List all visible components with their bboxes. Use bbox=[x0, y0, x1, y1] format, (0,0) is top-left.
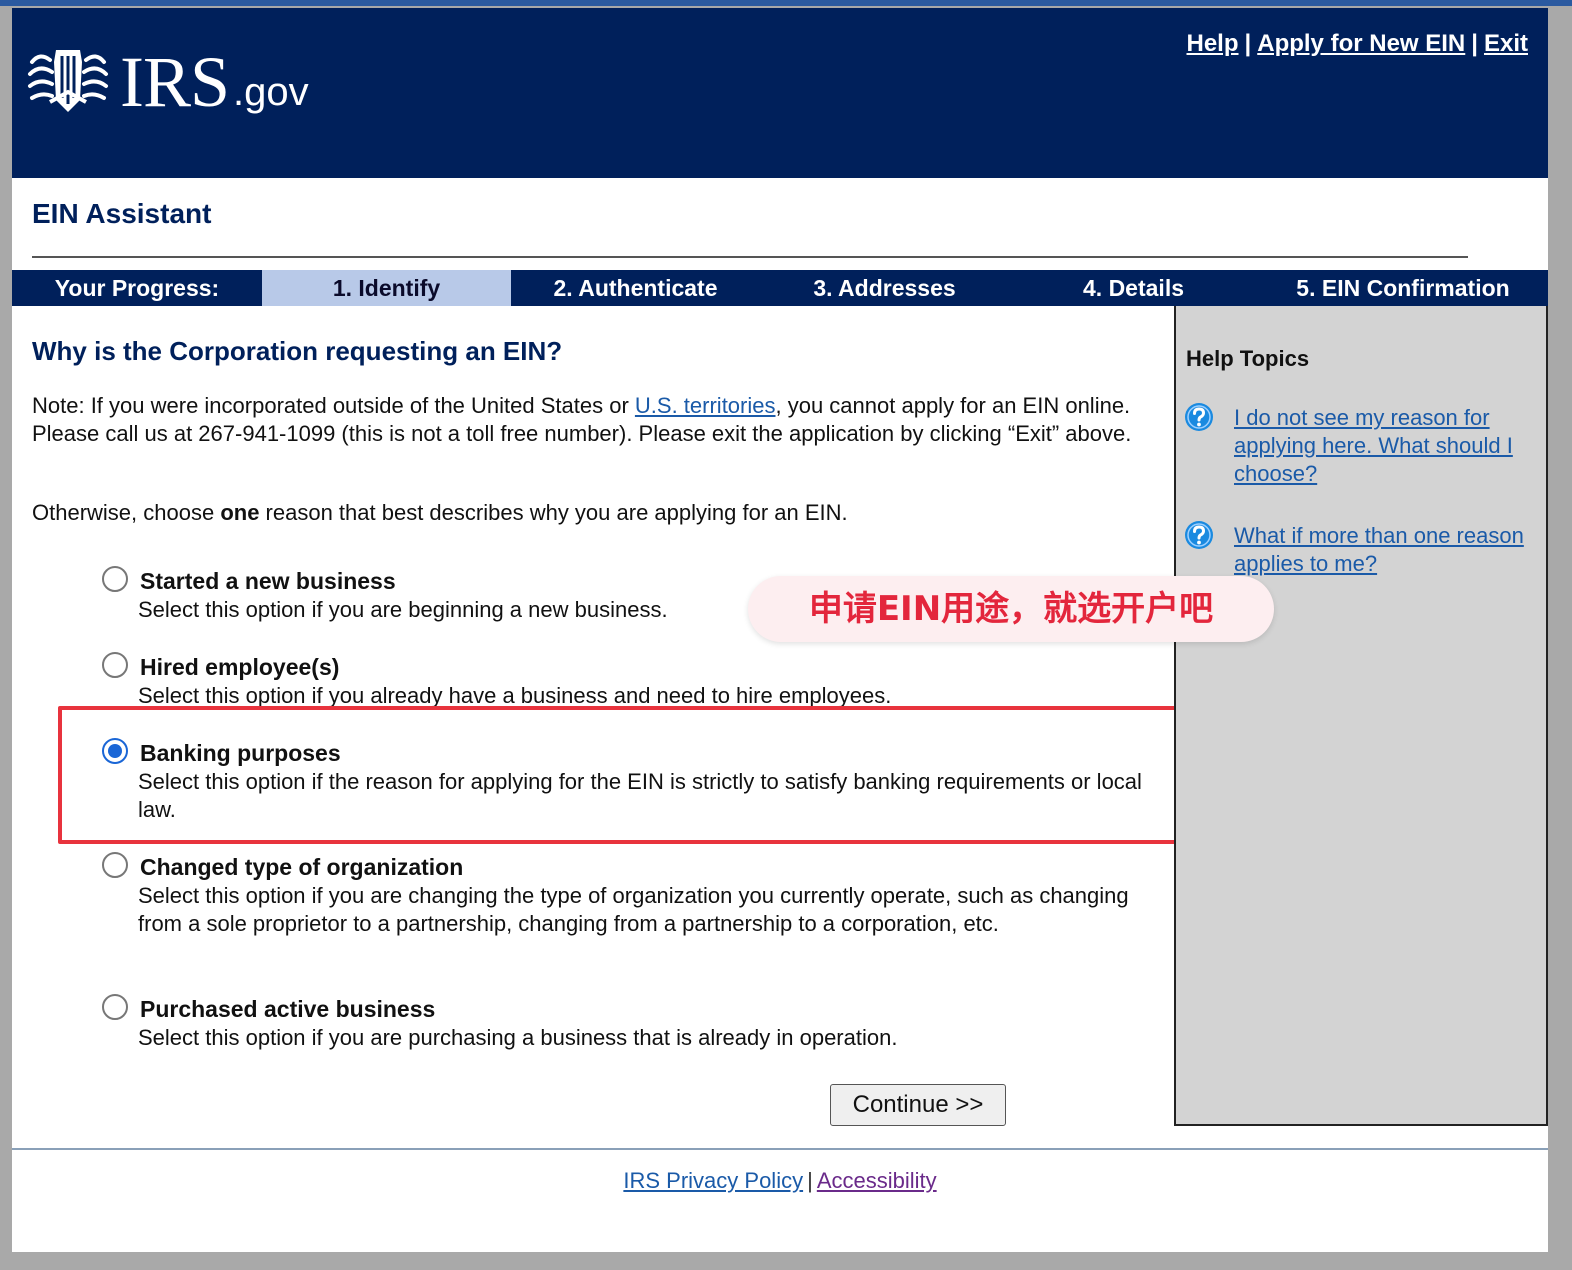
exit-link[interactable]: Exit bbox=[1484, 30, 1528, 57]
territories-note: Note: If you were incorporated outside o… bbox=[32, 392, 1162, 448]
instruction-bold: one bbox=[220, 500, 260, 525]
link-separator: | bbox=[1244, 30, 1252, 57]
apply-new-ein-link[interactable]: Apply for New EIN bbox=[1257, 30, 1465, 57]
option-label: Purchased active business bbox=[140, 996, 436, 1022]
logo-gov-text: .gov bbox=[233, 70, 309, 114]
page-frame: IRS .gov Help | Apply for New EIN | Exit EIN… bbox=[12, 8, 1548, 1252]
link-separator: | bbox=[1471, 30, 1478, 57]
page-question: Why is the Corporation requesting an EIN… bbox=[32, 336, 563, 366]
us-territories-link[interactable]: U.S. territories bbox=[635, 393, 776, 418]
help-link-multiple-reasons[interactable]: What if more than one reason applies to … bbox=[1234, 522, 1544, 578]
top-accent-line bbox=[0, 0, 1572, 6]
footer: IRS Privacy Policy | Accessibility bbox=[12, 1168, 1548, 1194]
question-mark-icon bbox=[1185, 521, 1213, 549]
question-mark-icon bbox=[1185, 403, 1213, 431]
instruction-text-before: Otherwise, choose bbox=[32, 500, 221, 525]
irs-logo[interactable]: IRS .gov bbox=[26, 42, 309, 118]
progress-step-details: 4. Details bbox=[1083, 275, 1184, 301]
choose-instruction: Otherwise, choose one reason that best d… bbox=[32, 500, 848, 526]
help-link-reason-not-listed[interactable]: I do not see my reason for applying here… bbox=[1234, 404, 1544, 488]
header-links: Help | Apply for New EIN | Exit bbox=[1187, 30, 1529, 58]
title-divider bbox=[32, 256, 1468, 258]
option-label: Changed type of organization bbox=[140, 854, 464, 880]
site-header: IRS .gov Help | Apply for New EIN | Exit bbox=[12, 8, 1548, 178]
progress-step-ein-confirmation: 5. EIN Confirmation bbox=[1296, 275, 1510, 301]
progress-step-addresses: 3. Addresses bbox=[813, 275, 956, 301]
progress-bar: Your Progress: 1. Identify 2. Authentica… bbox=[12, 270, 1548, 306]
instruction-text-after: reason that best describes why you are a… bbox=[259, 500, 848, 525]
footer-separator: | bbox=[807, 1168, 813, 1193]
help-sidebar: Help Topics I do not see my reason for a… bbox=[1174, 306, 1548, 1126]
note-text-before: Note: If you were incorporated outside o… bbox=[32, 393, 635, 418]
option-description: Select this option if you are changing t… bbox=[138, 883, 1129, 936]
radio-purchased-active-business[interactable] bbox=[102, 994, 128, 1020]
app-title: EIN Assistant bbox=[32, 198, 212, 229]
progress-step-identify: 1. Identify bbox=[262, 270, 511, 306]
accessibility-link[interactable]: Accessibility bbox=[817, 1168, 937, 1193]
progress-step-authenticate: 2. Authenticate bbox=[553, 275, 718, 301]
radio-started-new-business[interactable] bbox=[102, 566, 128, 592]
option-label: Hired employee(s) bbox=[140, 654, 340, 680]
logo-irs-text: IRS bbox=[120, 42, 230, 122]
footer-divider bbox=[12, 1148, 1548, 1150]
continue-button[interactable]: Continue >> bbox=[830, 1084, 1006, 1126]
annotation-callout: 申请EIN用途，就选开户吧 bbox=[748, 576, 1274, 642]
help-topics-title: Help Topics bbox=[1186, 346, 1310, 371]
radio-hired-employees[interactable] bbox=[102, 652, 128, 678]
irs-eagle-logo-icon bbox=[28, 50, 108, 112]
selected-option-highlight bbox=[58, 706, 1180, 844]
help-link[interactable]: Help bbox=[1187, 30, 1239, 57]
progress-label: Your Progress: bbox=[54, 275, 220, 301]
privacy-policy-link[interactable]: IRS Privacy Policy bbox=[623, 1168, 803, 1193]
option-description: Select this option if you are purchasing… bbox=[138, 1025, 898, 1050]
option-label: Started a new business bbox=[140, 568, 396, 594]
radio-changed-organization-type[interactable] bbox=[102, 852, 128, 878]
